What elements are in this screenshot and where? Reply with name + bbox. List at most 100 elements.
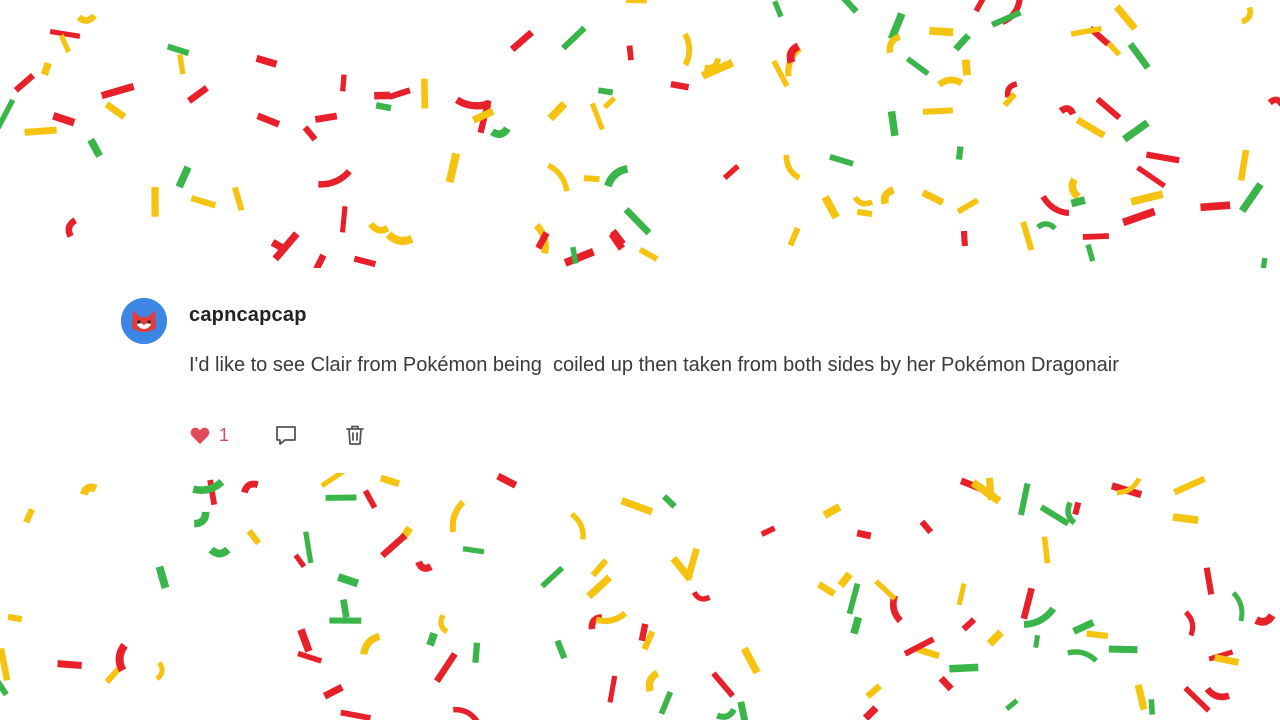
confetti-piece xyxy=(472,642,481,664)
confetti-piece xyxy=(175,165,192,189)
comment-bubble-icon xyxy=(276,426,296,445)
like-button[interactable]: 1 xyxy=(189,422,229,448)
confetti-piece xyxy=(166,43,190,56)
confetti-piece xyxy=(52,112,76,127)
confetti-piece xyxy=(1254,613,1276,626)
confetti-piece xyxy=(297,650,323,664)
confetti-piece xyxy=(1127,41,1151,70)
confetti-piece xyxy=(956,197,980,215)
confetti-piece xyxy=(546,162,570,192)
confetti-piece xyxy=(339,205,348,233)
confetti-piece xyxy=(1041,536,1051,564)
confetti-piece xyxy=(449,499,466,533)
confetti-piece xyxy=(208,546,231,558)
confetti-piece xyxy=(385,231,414,245)
confetti-piece xyxy=(787,226,801,247)
confetti-piece xyxy=(597,87,614,96)
confetti-piece xyxy=(682,32,693,67)
confetti-piece xyxy=(1070,196,1086,208)
confetti-piece xyxy=(421,78,429,109)
confetti-piece xyxy=(193,511,210,528)
confetti-piece xyxy=(554,639,568,660)
confetti-piece xyxy=(40,61,52,76)
confetti-piece xyxy=(1033,634,1041,648)
confetti-piece xyxy=(490,126,511,138)
confetti-piece xyxy=(1130,190,1164,206)
cat-mask-icon xyxy=(121,298,167,344)
confetti-piece xyxy=(1200,201,1231,212)
confetti-piece xyxy=(453,706,480,720)
confetti-piece xyxy=(7,613,23,623)
confetti-piece xyxy=(916,646,940,660)
confetti-piece xyxy=(590,558,609,578)
confetti-piece xyxy=(314,112,338,123)
confetti-piece xyxy=(1203,567,1215,595)
confetti-piece xyxy=(1172,475,1206,496)
confetti-piece xyxy=(905,56,930,77)
confetti-piece xyxy=(0,98,16,130)
confetti-piece xyxy=(922,107,954,115)
confetti-piece xyxy=(880,186,895,205)
confetti-piece xyxy=(949,663,979,673)
confetti-piece xyxy=(379,474,400,488)
confetti-piece xyxy=(1183,610,1196,637)
confetti-piece xyxy=(241,480,259,494)
confetti-piece xyxy=(23,507,35,524)
confetti-piece xyxy=(661,494,677,509)
confetti-piece xyxy=(192,478,225,494)
confetti-piece xyxy=(547,100,568,122)
confetti-piece xyxy=(961,617,977,632)
confetti-piece xyxy=(104,101,127,120)
confetti-piece xyxy=(438,613,449,635)
confetti-piece xyxy=(953,33,971,52)
confetti-piece xyxy=(1237,149,1250,181)
confetti-piece xyxy=(231,186,245,212)
confetti-piece xyxy=(865,683,882,699)
confetti-piece xyxy=(638,246,659,262)
confetti-piece xyxy=(569,511,586,540)
confetti-piece xyxy=(1121,207,1156,227)
confetti-piece xyxy=(1095,96,1122,121)
confetti-piece xyxy=(563,248,595,267)
confetti-piece xyxy=(24,126,57,136)
confetti-piece xyxy=(434,651,458,684)
comment-username[interactable]: capncapcap xyxy=(189,304,307,327)
confetti-piece xyxy=(1148,699,1155,715)
confetti-piece xyxy=(607,675,618,703)
confetti-piece xyxy=(783,154,801,181)
delete-button[interactable] xyxy=(342,422,368,448)
confetti-piece xyxy=(936,76,964,88)
confetti-piece xyxy=(415,560,433,572)
confetti-piece xyxy=(862,705,879,720)
confetti-piece xyxy=(1231,591,1245,622)
confetti-piece xyxy=(589,102,605,131)
confetti-piece xyxy=(380,532,408,559)
confetti-piece xyxy=(586,574,613,600)
confetti-piece xyxy=(874,579,897,601)
confetti-piece xyxy=(961,59,971,76)
comment-body: I'd like to see Clair from Pokémon being… xyxy=(189,354,1119,376)
confetti-piece xyxy=(938,675,954,692)
confetti-piece xyxy=(716,707,737,720)
confetti-piece xyxy=(760,525,776,537)
confetti-piece xyxy=(1068,177,1081,200)
confetti-piece xyxy=(887,110,899,137)
confetti-piece xyxy=(960,230,968,247)
confetti-piece xyxy=(722,164,740,180)
user-avatar[interactable] xyxy=(121,298,167,344)
confetti-piece xyxy=(49,28,81,39)
confetti-piece xyxy=(80,483,98,496)
confetti-piece xyxy=(58,34,71,53)
confetti-piece xyxy=(956,583,967,606)
heart-icon xyxy=(190,427,210,445)
confetti-piece xyxy=(1105,40,1122,57)
confetti-piece xyxy=(1040,194,1070,217)
confetti-piece xyxy=(256,112,281,128)
confetti-piece xyxy=(1020,221,1035,251)
reply-button[interactable] xyxy=(273,422,299,448)
confetti-piece xyxy=(322,684,344,700)
confetti-piece xyxy=(561,25,587,51)
confetti-piece xyxy=(100,82,135,100)
confetti-piece xyxy=(645,669,660,693)
confetti-piece xyxy=(856,208,873,218)
